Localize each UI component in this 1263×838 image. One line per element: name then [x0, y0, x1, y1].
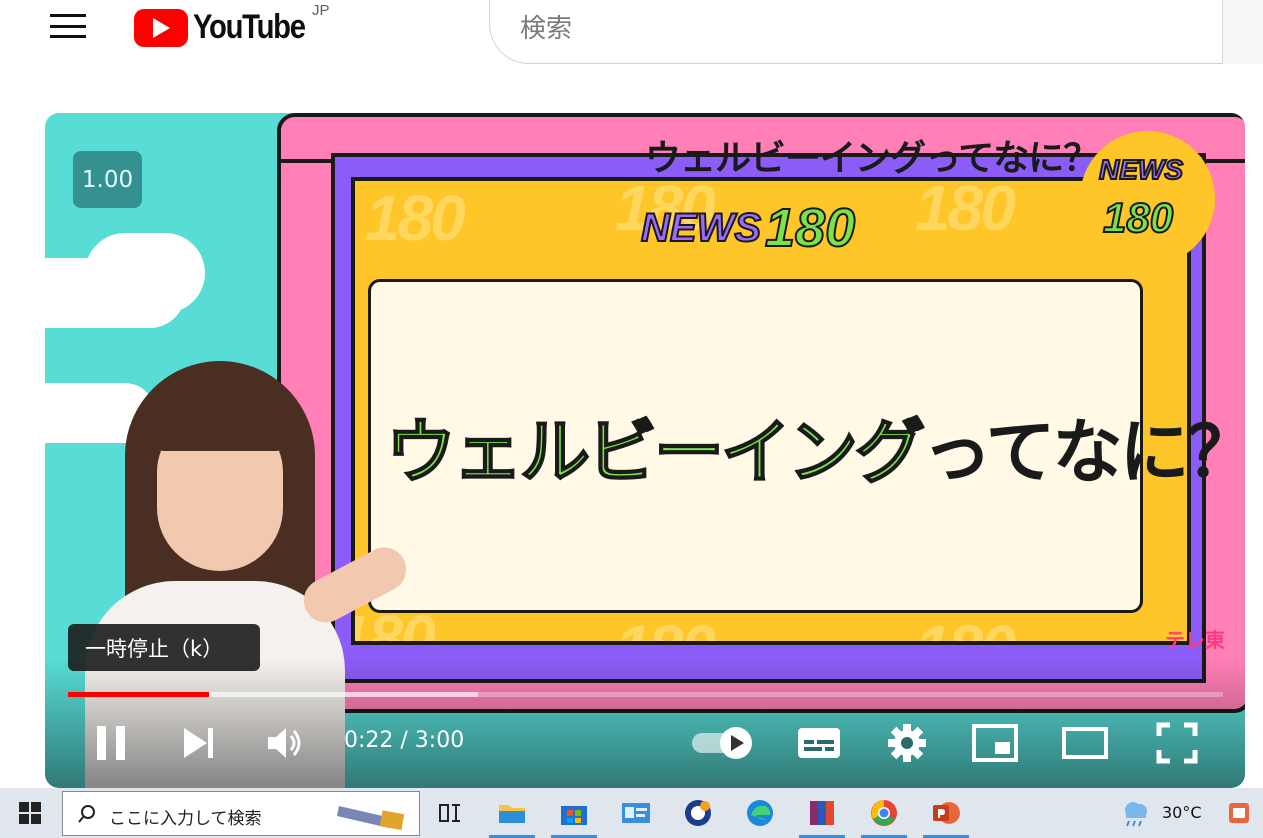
cloud-decoration	[85, 233, 205, 313]
edge-icon	[747, 800, 773, 826]
taskbar-powerpoint[interactable]	[917, 788, 975, 838]
gear-icon	[888, 724, 926, 762]
fullscreen-icon	[1156, 722, 1198, 764]
microsoft-store-icon	[561, 806, 587, 825]
start-button[interactable]	[0, 788, 60, 838]
taskbar-contacts[interactable]	[607, 788, 665, 838]
task-view-button[interactable]	[421, 788, 479, 838]
contacts-icon	[622, 803, 650, 823]
logo-text: YouTube	[193, 8, 306, 46]
fullscreen-button[interactable]	[1152, 718, 1202, 768]
next-icon	[184, 728, 213, 758]
search-highlight-icon	[337, 806, 405, 830]
youtube-logo[interactable]: YouTube JP	[134, 2, 330, 47]
subtitles-button[interactable]	[791, 718, 847, 768]
windows-icon	[19, 802, 41, 824]
menu-icon[interactable]	[50, 12, 86, 40]
search-icon	[78, 805, 95, 823]
theater-mode-button[interactable]	[1060, 718, 1110, 768]
video-top-title: ウェルビーイングってなに？	[645, 138, 1099, 179]
autoplay-icon	[692, 727, 752, 759]
app-icon	[685, 800, 711, 826]
time-display: 0:22 / 3:00	[344, 728, 465, 753]
settings-button[interactable]	[882, 718, 932, 768]
windows-taskbar: ここに入力して検索 30°C	[0, 788, 1263, 838]
theater-icon	[1062, 727, 1108, 759]
weather-temperature: 30°C	[1162, 803, 1202, 822]
miniplayer-icon	[972, 724, 1018, 762]
news180-sticker: NEWS 180	[1080, 131, 1215, 266]
pause-button[interactable]	[86, 718, 136, 768]
country-code: JP	[312, 2, 330, 19]
taskbar-search-input[interactable]: ここに入力して検索	[109, 804, 262, 829]
weather-widget[interactable]	[1110, 788, 1160, 838]
miniplayer-button[interactable]	[970, 718, 1020, 768]
volume-icon	[268, 728, 301, 758]
file-explorer-icon	[499, 805, 525, 823]
taskbar-chrome[interactable]	[855, 788, 913, 838]
subtitles-icon	[798, 728, 840, 758]
pause-icon	[97, 726, 125, 760]
search-input[interactable]: 検索	[520, 8, 572, 45]
taskbar-winrar[interactable]	[793, 788, 851, 838]
youtube-play-icon	[134, 8, 188, 47]
tray-app[interactable]	[1215, 788, 1263, 838]
search-box[interactable]: 検索	[489, 0, 1263, 64]
chrome-icon	[871, 800, 897, 826]
taskbar-store[interactable]	[545, 788, 603, 838]
next-button[interactable]	[174, 718, 224, 768]
rain-cloud-icon	[1125, 802, 1147, 827]
tray-app-icon	[1229, 803, 1249, 823]
broadcaster-watermark: テレ東	[1165, 628, 1225, 652]
youtube-window: YouTube JP 検索 180 180 180 180 180 180 NE…	[0, 0, 1263, 838]
taskbar-app[interactable]	[669, 788, 727, 838]
video-main-title: ウェルビーイングってなに？	[385, 410, 1245, 494]
news180-logo: NEWS 180	[640, 197, 856, 259]
winrar-icon	[810, 801, 834, 825]
pause-tooltip: 一時停止（k）	[68, 624, 260, 671]
progress-bar[interactable]	[68, 692, 1223, 697]
autoplay-toggle[interactable]	[690, 718, 756, 768]
taskbar-search[interactable]: ここに入力して検索	[62, 791, 420, 836]
taskbar-file-explorer[interactable]	[483, 788, 541, 838]
powerpoint-icon	[933, 802, 960, 824]
video-player[interactable]: 180 180 180 180 180 180 NEWS 180 ウェルビーイン…	[45, 113, 1245, 788]
taskbar-edge[interactable]	[731, 788, 789, 838]
progress-played	[68, 692, 209, 697]
title-board: ウェルビーイングってなに？	[368, 279, 1245, 613]
search-button[interactable]	[1222, 0, 1263, 64]
playback-speed-badge: 1.00	[73, 151, 142, 208]
volume-button[interactable]	[261, 718, 311, 768]
task-view-icon	[439, 804, 460, 822]
